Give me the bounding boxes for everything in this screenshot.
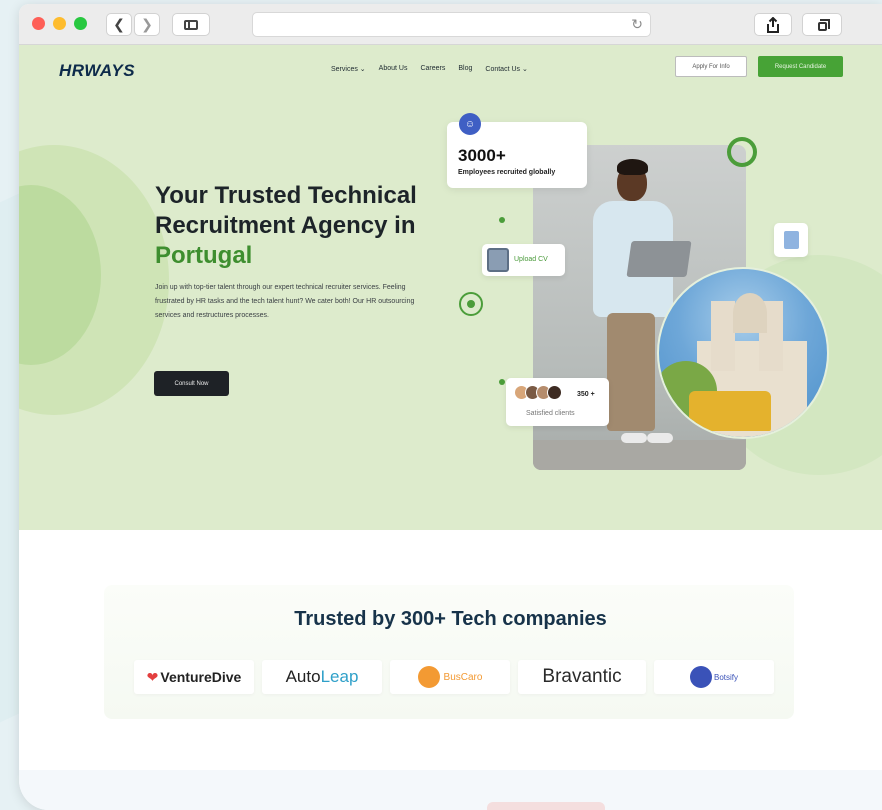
client-logo-strip: ❤ VentureDive Auto Leap BusCaro Bravantic … bbox=[134, 660, 774, 694]
hero-title-line-2: Recruitment Agency in bbox=[155, 212, 416, 239]
person-hair bbox=[617, 159, 648, 175]
logo-buscaro: BusCaro bbox=[390, 660, 510, 694]
church-tower bbox=[711, 301, 735, 371]
trusted-title: Trusted by 300+ Tech companies bbox=[294, 608, 607, 630]
forward-button[interactable]: ❯ bbox=[134, 13, 160, 36]
upload-cv-label: Upload CV bbox=[514, 256, 548, 263]
hero-title-line-1: Your Trusted Technical bbox=[155, 182, 417, 209]
hero-description: Join up with top-tier talent through our… bbox=[155, 284, 415, 319]
chevron-down-icon: ⌄ bbox=[521, 66, 528, 73]
zoom-window-button[interactable] bbox=[74, 17, 87, 30]
logo-botsify: Botsify bbox=[654, 660, 774, 694]
lisbon-photo bbox=[657, 267, 829, 439]
apply-for-info-button[interactable]: Apply For Info bbox=[675, 56, 747, 77]
peek-card bbox=[487, 802, 605, 810]
hero-title: Your Trusted Technical Recruitment Agenc… bbox=[155, 181, 455, 271]
close-window-button[interactable] bbox=[32, 17, 45, 30]
browser-window: ❮ ❯ ↻ HRWAYS Services ⌄ About Us Careers… bbox=[19, 4, 882, 810]
reload-icon[interactable]: ↻ bbox=[631, 16, 643, 33]
client-avatars bbox=[514, 385, 562, 400]
decor-dot bbox=[499, 379, 505, 385]
address-bar[interactable]: ↻ bbox=[252, 12, 651, 37]
main-nav: Services ⌄ About Us Careers Blog Contact… bbox=[331, 65, 528, 73]
hero-title-accent: Portugal bbox=[155, 242, 253, 269]
site-logo[interactable]: HRWAYS bbox=[59, 61, 135, 81]
nav-services[interactable]: Services ⌄ bbox=[331, 65, 366, 73]
logo-bravantic: Bravantic bbox=[518, 660, 646, 694]
nav-about[interactable]: About Us bbox=[379, 65, 408, 73]
laptop bbox=[626, 241, 692, 277]
trusted-section: Trusted by 300+ Tech companies ❤ VentureD… bbox=[19, 530, 882, 770]
share-button[interactable] bbox=[754, 13, 792, 36]
clients-stat-card: 350 + Satisfied clients bbox=[506, 378, 609, 426]
church-dome bbox=[733, 293, 767, 333]
avatar bbox=[547, 385, 562, 400]
nav-contact[interactable]: Contact Us ⌄ bbox=[485, 65, 527, 73]
cv-thumbnail bbox=[487, 248, 509, 272]
document-icon bbox=[784, 231, 799, 249]
nav-blog[interactable]: Blog bbox=[458, 65, 472, 73]
buscaro-icon bbox=[417, 666, 440, 688]
consult-now-button[interactable]: Consult Now bbox=[154, 371, 229, 396]
employees-stat-label: Employees recruited globally bbox=[458, 169, 556, 176]
botsify-icon bbox=[689, 666, 712, 688]
hero-section: HRWAYS Services ⌄ About Us Careers Blog … bbox=[19, 45, 882, 530]
logo-autoleap: Auto Leap bbox=[262, 660, 382, 694]
person-shoe bbox=[621, 433, 647, 443]
nav-careers[interactable]: Careers bbox=[420, 65, 445, 73]
forward-arrow-icon: ❯ bbox=[141, 16, 153, 32]
chevron-down-icon: ⌄ bbox=[359, 66, 366, 73]
employees-stat-value: 3000+ bbox=[458, 146, 506, 165]
logo-venturedive: ❤ VentureDive bbox=[134, 660, 254, 694]
photo-floor bbox=[533, 440, 746, 470]
person-shoe bbox=[647, 433, 673, 443]
request-candidate-button[interactable]: Request Candidate bbox=[758, 56, 843, 77]
tabs-icon bbox=[817, 19, 830, 31]
decor-dot bbox=[499, 217, 505, 223]
decor-ring bbox=[459, 292, 483, 316]
person-pants bbox=[607, 313, 655, 431]
decor-ring-left bbox=[19, 145, 169, 415]
trusted-panel bbox=[104, 585, 794, 719]
next-section bbox=[19, 770, 882, 810]
web-page: HRWAYS Services ⌄ About Us Careers Blog … bbox=[19, 45, 882, 810]
sidebar-toggle-button[interactable] bbox=[172, 13, 210, 36]
back-arrow-icon: ❮ bbox=[113, 16, 125, 32]
back-button[interactable]: ❮ bbox=[106, 13, 132, 36]
clients-stat-label: Satisfied clients bbox=[526, 410, 575, 417]
sidebar-icon bbox=[184, 19, 198, 30]
tab-overview-button[interactable] bbox=[802, 13, 842, 36]
document-card bbox=[774, 223, 808, 257]
tram bbox=[689, 391, 771, 431]
share-icon bbox=[767, 16, 779, 33]
users-icon: ☺ bbox=[459, 113, 481, 135]
browser-toolbar: ❮ ❯ ↻ bbox=[19, 4, 882, 45]
upload-cv-card[interactable]: Upload CV bbox=[482, 244, 565, 276]
employees-stat-card: ☺ 3000+ Employees recruited globally bbox=[447, 113, 587, 188]
clients-stat-value: 350 + bbox=[577, 391, 595, 398]
decor-ring bbox=[727, 137, 757, 167]
venturedive-icon: ❤ bbox=[146, 668, 159, 685]
minimize-window-button[interactable] bbox=[53, 17, 66, 30]
